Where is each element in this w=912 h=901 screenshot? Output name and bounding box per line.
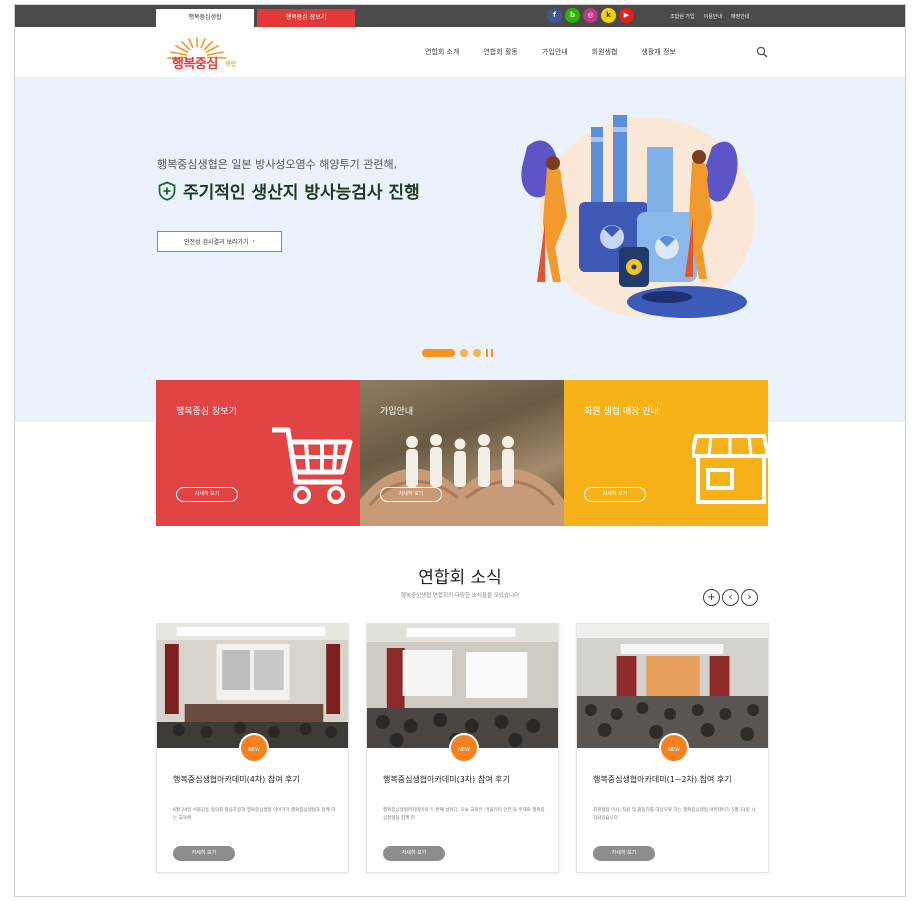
hero-subtitle: 행복중심생협은 일본 방사성오염수 해양투기 관련해,	[157, 158, 398, 171]
usage-guide-link[interactable]: 이용안내	[704, 13, 722, 20]
slider-pagination	[422, 349, 493, 357]
main-nav: 연합회 소개 연합회 활동 가입안내 회원생협 생활재 정보	[425, 27, 676, 77]
join-link[interactable]: 조합원 가입	[670, 13, 695, 20]
card-member-stores[interactable]: 회원 생협 매장 안내 자세히 보기	[564, 380, 768, 526]
tab-shopping[interactable]: 행복중심 장보기	[257, 9, 355, 27]
news-detail-button[interactable]: 자세히 보기	[593, 846, 655, 861]
news-card[interactable]: NEW 행복중심생협아카데미(4차) 참여 후기 6월 24일 서울공용 협의회…	[156, 623, 349, 873]
new-badge: NEW	[449, 733, 479, 763]
news-section-title: 연합회 소식	[418, 568, 502, 588]
card-detail-button[interactable]: 자세히 보기	[584, 487, 646, 502]
news-title[interactable]: 행복중심생협아카데미(3차) 참여 후기	[383, 774, 548, 786]
news-excerpt: 6월 24일 서울공용 협의회 활동조정과 행복중심생협 이어가기 행복중심생협…	[173, 808, 336, 821]
nav-item-join[interactable]: 가입안내	[542, 47, 568, 57]
utility-links: 조합원 가입 이용안내 매장안내	[670, 5, 749, 27]
card-detail-button[interactable]: 자세히 보기	[176, 487, 238, 502]
search-icon[interactable]	[756, 46, 768, 58]
card-shopping[interactable]: 행복중심 장보기 자세히 보기	[156, 380, 360, 526]
new-badge: NEW	[239, 733, 269, 763]
site-header: 행복중심 생협 연합회 소개 연합회 활동 가입안내 회원생협 생활재 정보	[15, 27, 905, 77]
seminar-photo	[367, 624, 558, 748]
news-excerpt: 행복중심생협아카데미의 두 번째 날이다. 오늘 교육은 '먹을거리 안전'을 …	[383, 808, 545, 821]
slide-dot[interactable]	[460, 349, 468, 357]
news-title[interactable]: 행복중심생협아카데미(1~2차) 참여 후기	[593, 774, 758, 786]
facebook-icon[interactable]: f	[547, 8, 562, 23]
news-carousel-controls: + ‹ ›	[703, 589, 758, 606]
news-list: NEW 행복중심생협아카데미(4차) 참여 후기 6월 24일 서울공용 협의회…	[156, 623, 769, 873]
pause-icon[interactable]	[486, 349, 493, 357]
safety-results-button[interactable]: 안전성 검사결과 보러가기 ›	[157, 231, 282, 252]
news-card[interactable]: NEW 행복중심생협아카데미(3차) 참여 후기 행복중심생협아카데미의 두 번…	[366, 623, 559, 873]
news-title[interactable]: 행복중심생협아카데미(4차) 참여 후기	[173, 774, 338, 786]
quick-link-cards: 행복중심 장보기 자세히 보기 가입안내 자세히 보기 회원 생협 매장 안내 …	[156, 380, 768, 526]
chevron-right-icon[interactable]: ›	[741, 589, 758, 606]
hands-with-paper-people-icon	[360, 434, 564, 526]
hero-banner: 행복중심생협은 일본 방사성오염수 해양투기 관련해, 주기적인 생산지 방사능…	[15, 77, 905, 422]
storefront-icon	[692, 434, 768, 504]
kakao-icon[interactable]: k	[601, 8, 616, 23]
tab-happy-coop[interactable]: 행복중심생협	[156, 9, 254, 27]
nav-item-activities[interactable]: 연합회 활동	[483, 47, 517, 57]
seminar-photo	[577, 624, 768, 748]
news-card[interactable]: NEW 행복중심생협아카데미(1~2차) 참여 후기 회원생협 이사, 직원 및…	[576, 623, 769, 873]
news-excerpt: 회원생협 이사, 직원 및 활동가를 대상으로 하는 행복중심생협 아카데미가 …	[593, 808, 756, 821]
chevron-right-icon: ›	[252, 238, 255, 245]
logo-text: 행복중심	[172, 57, 218, 72]
chevron-left-icon[interactable]: ‹	[722, 589, 739, 606]
radiation-testing-illustration	[521, 115, 755, 318]
page-frame: 행복중심생협 행복중심 장보기 f b ◎ k ▶ 조합원 가입 이용안내 매장…	[14, 4, 906, 897]
safety-results-label: 안전성 검사결과 보러가기	[184, 239, 249, 246]
logo-subtext: 생협	[225, 61, 237, 68]
hero-title: 주기적인 생산지 방사능검사 진행	[157, 178, 420, 203]
new-badge: NEW	[659, 733, 689, 763]
store-guide-link[interactable]: 매장안내	[731, 13, 749, 20]
site-logo[interactable]: 행복중심 생협	[153, 35, 248, 72]
news-detail-button[interactable]: 자세히 보기	[383, 846, 445, 861]
card-title: 가입안내	[380, 407, 414, 417]
social-links: f b ◎ k ▶	[547, 8, 634, 23]
nav-item-products[interactable]: 생활재 정보	[641, 47, 675, 57]
plus-icon[interactable]: +	[703, 589, 720, 606]
card-join-guide[interactable]: 가입안내 자세히 보기	[360, 380, 564, 526]
card-detail-button[interactable]: 자세히 보기	[380, 487, 442, 502]
card-title: 회원 생협 매장 안내	[584, 407, 659, 417]
slide-dot-active[interactable]	[422, 349, 455, 357]
shopping-cart-icon	[272, 427, 353, 504]
blog-icon[interactable]: b	[565, 8, 580, 23]
seminar-photo	[157, 624, 348, 748]
nav-item-member-coops[interactable]: 회원생협	[592, 47, 618, 57]
top-utility-bar: 행복중심생협 행복중심 장보기 f b ◎ k ▶ 조합원 가입 이용안내 매장…	[15, 5, 905, 27]
hero-title-text: 주기적인 생산지 방사능검사 진행	[183, 183, 420, 203]
slide-dot[interactable]	[473, 349, 481, 357]
youtube-icon[interactable]: ▶	[619, 8, 634, 23]
instagram-icon[interactable]: ◎	[583, 8, 598, 23]
card-title: 행복중심 장보기	[176, 407, 237, 417]
nav-item-about[interactable]: 연합회 소개	[425, 47, 459, 57]
news-detail-button[interactable]: 자세히 보기	[173, 846, 235, 861]
news-section-subtitle: 행복중심생협 연합회의 다양한 소식들을 모았습니다	[400, 593, 520, 599]
shield-plus-icon	[158, 181, 176, 201]
